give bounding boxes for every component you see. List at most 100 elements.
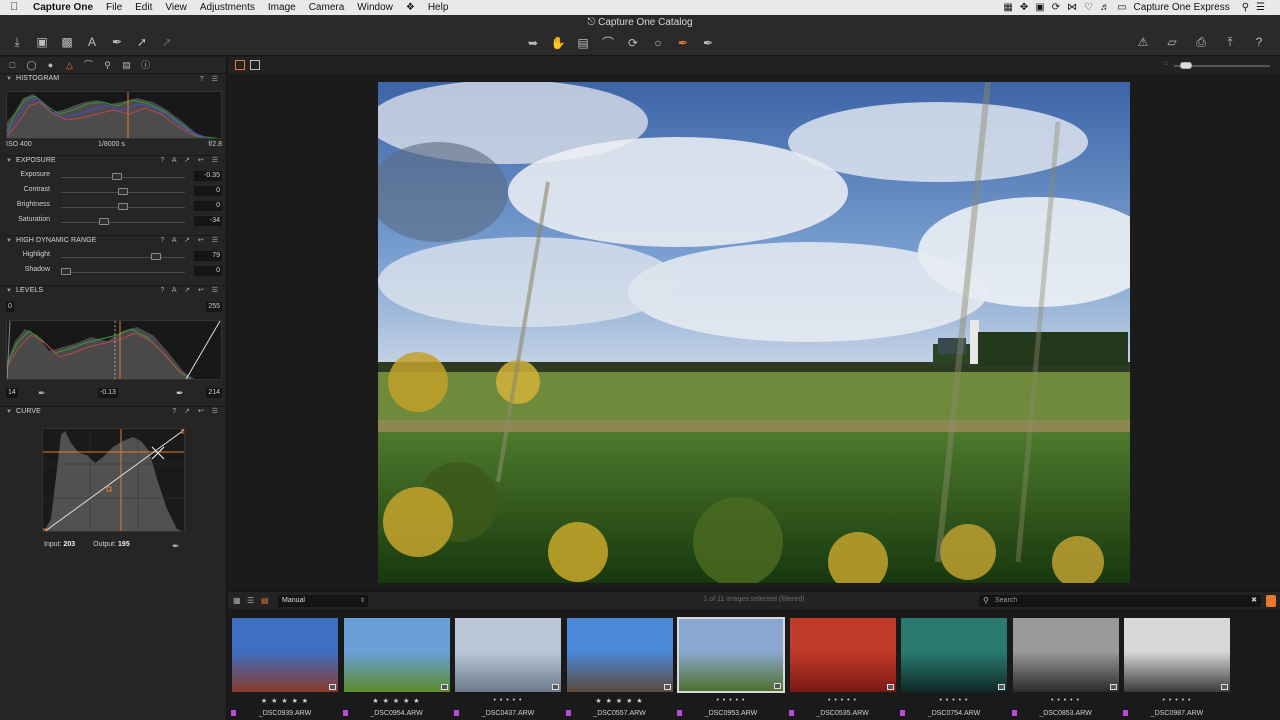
screen-share-icon[interactable]: ▣ [1035,2,1044,13]
menu-image[interactable]: Image [268,2,296,13]
move-icon[interactable]: ✥ [1020,2,1028,13]
levels-graph[interactable] [6,320,222,380]
star-rating[interactable]: ★ ★ ★ ★ ★ [231,697,339,705]
tab-details-icon[interactable]: ⚲ [101,59,114,71]
levels-header[interactable]: ▼ LEVELS ? A ↗ ↩ ☰ [0,285,227,298]
star-rating[interactable]: • • • • • [454,697,562,704]
brush-icon[interactable]: ✒ [108,35,126,49]
grid-view-icon[interactable]: ▦ [233,596,243,605]
filmstrip[interactable]: ★ ★ ★ ★ ★ _DSC0939.ARW ★ ★ ★ ★ ★ _DSC0954.A… [228,609,1280,720]
hdr-header[interactable]: ▼ HIGH DYNAMIC RANGE ? A ↗ ↩ ☰ [0,235,227,248]
histogram-header[interactable]: ▼ HISTOGRAM ? ☰ [0,75,227,88]
print-icon[interactable]: ⎙ [1192,35,1210,49]
star-rating[interactable]: • • • • • [1012,697,1120,704]
thumbnail[interactable] [788,617,897,693]
menu-camera[interactable]: Camera [309,2,345,13]
volume-icon[interactable]: ♬ [1100,2,1110,13]
main-photo[interactable] [378,82,1130,583]
color-picker-icon[interactable]: ✒ [674,36,692,50]
slider-track[interactable] [61,272,185,273]
menu-app-name[interactable]: Capture One [33,2,93,13]
section-menu-icons[interactable]: ? A ↗ ↩ ☰ [160,156,221,164]
star-rating[interactable]: • • • • • [1123,697,1231,704]
zoom-slider-knob[interactable] [1180,62,1192,69]
tab-exposure-icon[interactable]: △ [63,59,76,71]
tab-info-icon[interactable]: ⓘ [139,59,152,71]
tab-color-icon[interactable]: ● [44,59,57,71]
script-menu-icon[interactable]: ❖ [406,2,415,13]
thumbnail[interactable] [900,617,1008,693]
menu-adjustments[interactable]: Adjustments [200,2,255,13]
notification-icon[interactable]: ☰ [1256,2,1265,13]
white-balance-picker-icon[interactable]: ✒ [699,36,717,50]
bluetooth-icon[interactable]: ⋈ [1067,2,1077,13]
apple-icon[interactable]:  [10,2,20,13]
camera-icon[interactable]: ▣ [33,35,51,49]
rotate-icon[interactable]: ⟳ [624,36,642,50]
curve-picker-icon[interactable]: ✒ [172,541,180,552]
warning-icon[interactable]: ⚠ [1134,35,1152,49]
thumbnail[interactable] [454,617,562,693]
slider-track[interactable] [61,177,185,178]
slider-value-field[interactable]: 0 [194,201,222,211]
eraser-icon[interactable]: ▱ [1163,35,1181,49]
exposure-header[interactable]: ▼ EXPOSURE ? A ↗ ↩ ☰ [0,155,227,168]
pan-hand-icon[interactable]: ✋ [549,36,567,50]
filter-icon[interactable] [1266,595,1276,607]
tab-capture-icon[interactable]: ◯ [25,59,38,71]
select-cursor-icon[interactable]: ➥ [524,36,542,50]
tab-lens-icon[interactable]: ⌒ [82,59,95,71]
screen-icon[interactable]: ▦ [1003,2,1012,13]
thumbnail[interactable] [677,617,785,693]
slider-value-field[interactable]: 0 [194,266,222,276]
sort-select[interactable]: Manual ⇕ [278,595,368,607]
slider-knob[interactable] [98,218,109,225]
crop-icon[interactable]: ⌒ [599,36,617,50]
section-menu-icons[interactable]: ? A ↗ ↩ ☰ [160,286,221,294]
menu-view[interactable]: View [165,2,187,13]
menu-right-app-name[interactable]: Capture One Express [1134,2,1230,13]
multi-view-icon[interactable] [235,60,245,70]
redo-icon[interactable]: ➚ [158,35,176,49]
levels-output-high[interactable]: 214 [206,388,222,398]
curve-graph[interactable] [42,428,185,532]
section-menu-icons[interactable]: ? A ↗ ↩ ☰ [160,236,221,244]
slider-knob[interactable] [118,188,128,195]
spot-removal-icon[interactable]: ○ [649,36,667,50]
time-machine-icon[interactable]: ⟳ [1052,2,1060,13]
slider-value-field[interactable]: -34 [194,216,222,226]
slider-track[interactable] [61,222,185,223]
stamp-icon[interactable]: ▤ [574,36,592,50]
filmstrip-view-icon[interactable]: ▤ [261,596,271,605]
search-input[interactable]: ⚲ Search ✖ [979,595,1261,607]
star-rating[interactable]: • • • • • [900,697,1008,704]
slider-track[interactable] [61,257,185,258]
eyedropper-white-icon[interactable]: ✒ [176,388,184,399]
thumbnail[interactable] [231,617,339,693]
star-rating[interactable]: • • • • • [677,697,785,704]
section-menu-icons[interactable]: ? ↗ ↩ ☰ [172,407,221,415]
slider-knob[interactable] [151,253,162,260]
thumbnail[interactable] [1011,617,1120,693]
menu-window[interactable]: Window [357,2,393,13]
eyedropper-black-icon[interactable]: ✒ [38,388,46,399]
slider-value-field[interactable]: 0 [194,186,222,196]
menu-file[interactable]: File [106,2,122,13]
tab-library-icon[interactable]: □ [6,59,19,71]
slider-knob[interactable] [112,173,123,180]
levels-output-low[interactable]: 14 [6,388,18,398]
wifi-icon[interactable]: ♡ [1084,2,1093,13]
thumbnail[interactable] [565,617,674,693]
live-view-icon[interactable]: ▩ [58,35,76,49]
battery-icon[interactable]: ▭ [1117,2,1126,13]
export-icon[interactable]: ⤒ [1221,35,1239,49]
import-icon[interactable]: ⤓ [8,35,26,49]
thumbnail[interactable] [342,617,451,693]
menu-edit[interactable]: Edit [135,2,152,13]
arrow-icon[interactable]: ➚ [133,35,151,49]
help-icon[interactable]: ? [1250,35,1268,49]
list-view-icon[interactable]: ☰ [247,596,257,605]
slider-value-field[interactable]: -0.35 [194,171,222,181]
menu-help[interactable]: Help [428,2,449,13]
clear-search-icon[interactable]: ✖ [1251,595,1257,607]
